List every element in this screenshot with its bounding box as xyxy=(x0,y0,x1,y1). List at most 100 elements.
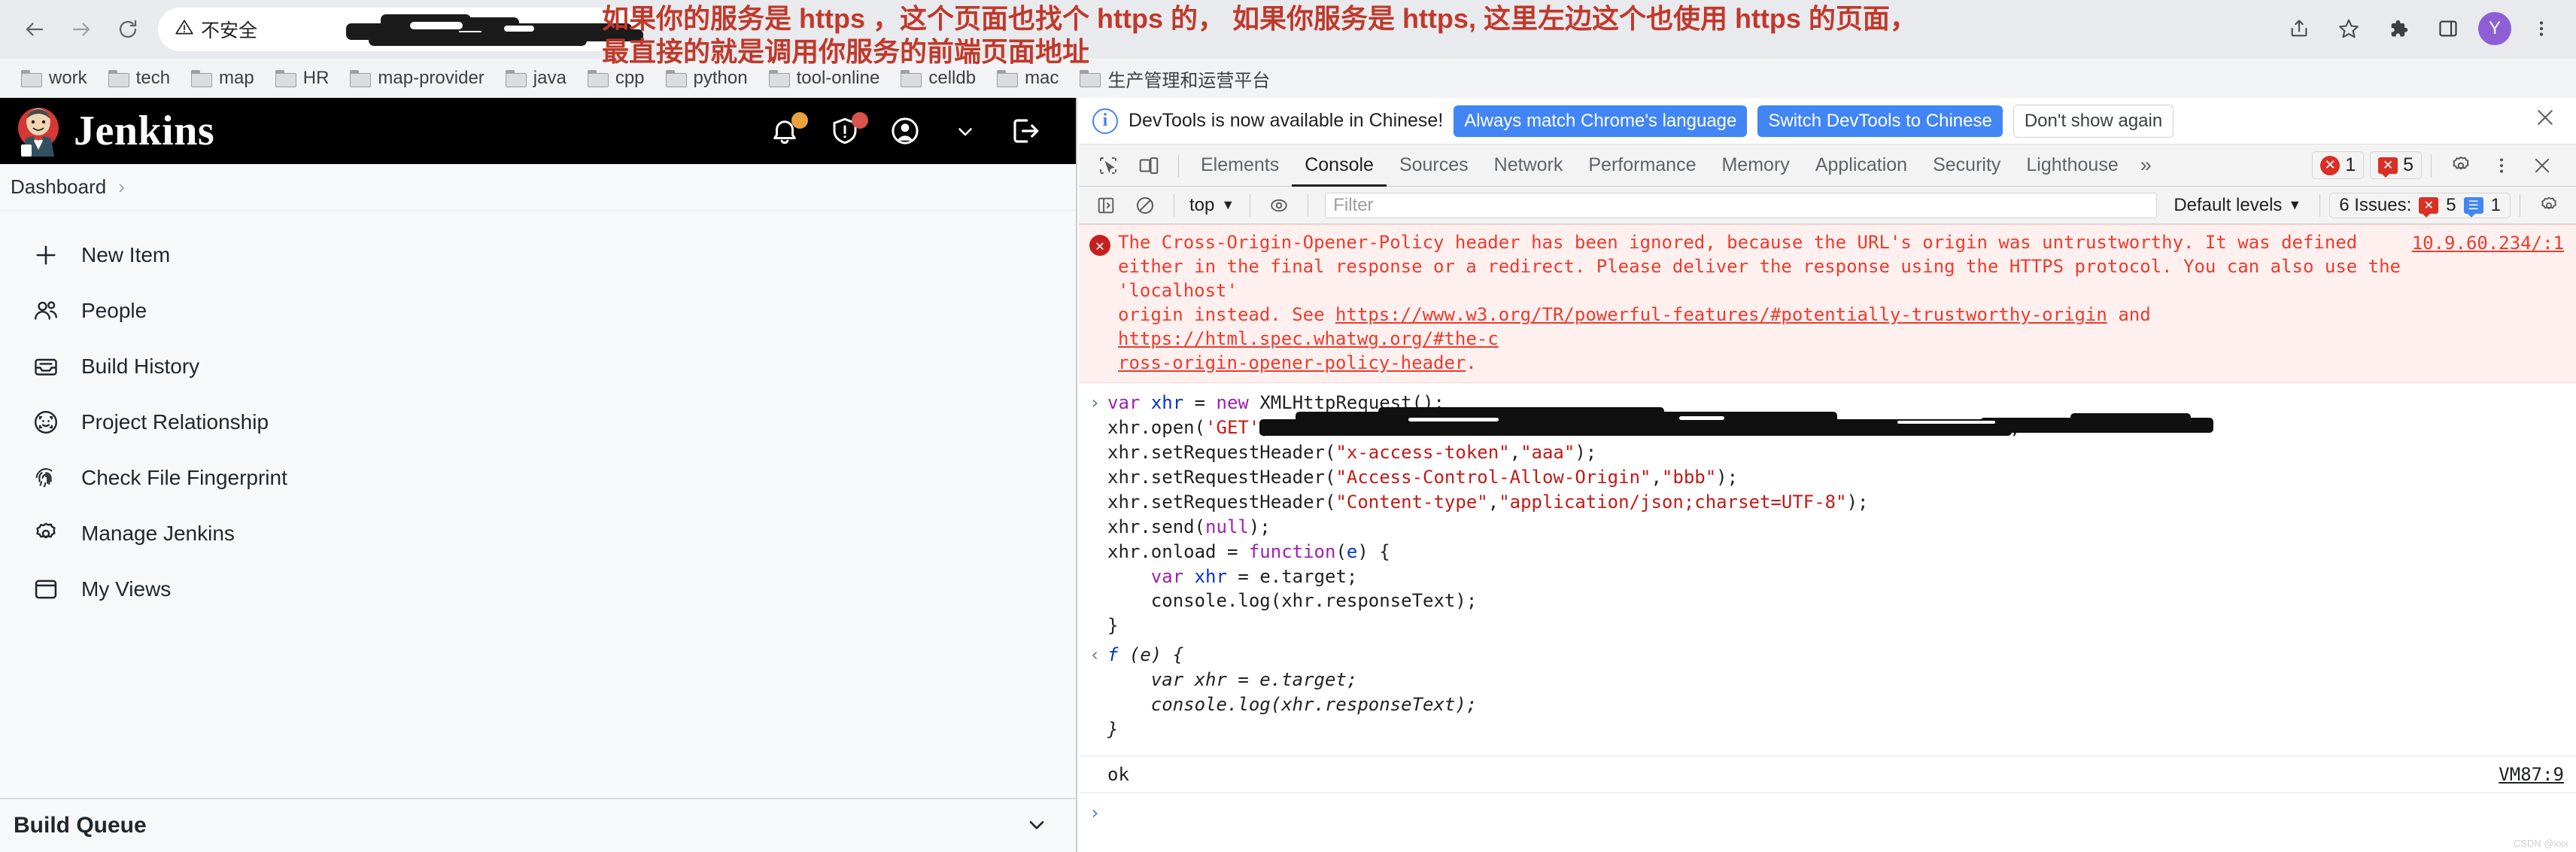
bookmark-item[interactable]: work xyxy=(12,65,96,92)
console-return-value[interactable]: f (e) { var xhr = e.target; console.log(… xyxy=(1107,643,1477,742)
bookmark-item[interactable]: 生产管理和运营平台 xyxy=(1071,62,1279,95)
reload-icon[interactable] xyxy=(107,8,149,50)
always-match-language-button[interactable]: Always match Chrome's language xyxy=(1454,105,1747,137)
issues-error-count: 5 xyxy=(2446,195,2456,216)
bookmark-item[interactable]: tech xyxy=(99,65,179,92)
share-icon[interactable] xyxy=(2280,9,2319,48)
gear-icon[interactable] xyxy=(2534,190,2564,221)
user-account-icon[interactable] xyxy=(888,114,922,148)
console-filter-placeholder: Filter xyxy=(1333,195,1373,216)
tab-lighthouse[interactable]: Lighthouse xyxy=(2013,145,2131,187)
execution-context-selector[interactable]: top ▼ xyxy=(1183,195,1241,216)
tab-security[interactable]: Security xyxy=(1920,145,2013,187)
bookmark-item[interactable]: tool-online xyxy=(760,65,889,92)
breadcrumb-item-dashboard[interactable]: Dashboard xyxy=(11,175,106,199)
bookmark-item[interactable]: HR xyxy=(266,65,339,92)
bookmark-label: tool-online xyxy=(797,68,880,89)
warning-square-icon: ✕ xyxy=(2378,157,2398,174)
sidebar-item-manage-jenkins[interactable]: Manage Jenkins xyxy=(0,506,1076,561)
tab-network[interactable]: Network xyxy=(1481,145,1576,187)
show-console-sidebar-icon[interactable] xyxy=(1091,190,1121,221)
address-bar[interactable]: 不安全 xyxy=(158,8,639,51)
sidebar-item-my-views[interactable]: My Views xyxy=(0,561,1076,617)
bookmark-item[interactable]: map xyxy=(182,65,263,92)
browser-toolbar-right: Y xyxy=(2280,9,2561,48)
console-error-link1[interactable]: https://www.w3.org/TR/powerful-features/… xyxy=(1335,304,2107,325)
gear-icon[interactable] xyxy=(2444,149,2477,182)
three-dot-menu-icon[interactable] xyxy=(2522,9,2561,48)
live-expression-eye-icon[interactable] xyxy=(1264,190,1294,221)
dont-show-again-button[interactable]: Don't show again xyxy=(2013,105,2174,138)
security-label: 不安全 xyxy=(201,16,257,43)
back-arrow-icon[interactable] xyxy=(14,8,56,50)
issues-info-count: 1 xyxy=(2491,195,2501,216)
error-count-badge[interactable]: ✕ 1 xyxy=(2312,151,2364,179)
sidebar-item-new-item[interactable]: New Item xyxy=(0,227,1076,283)
jenkins-header-icons xyxy=(767,98,1043,164)
bookmark-label: java xyxy=(533,68,567,89)
folder-icon xyxy=(666,70,687,87)
issues-summary-button[interactable]: 6 Issues: ✕ 5 ☰ 1 xyxy=(2329,193,2511,218)
inspect-element-icon[interactable] xyxy=(1092,149,1125,182)
console-error-line3-mid: and xyxy=(2107,304,2161,325)
tab-application[interactable]: Application xyxy=(1803,145,1920,187)
bookmark-label: 生产管理和运营平台 xyxy=(1107,65,1270,92)
sidebar-item-check-file-fingerprint[interactable]: Check File Fingerprint xyxy=(0,450,1076,506)
sidebar-item-build-history[interactable]: Build History xyxy=(0,339,1076,394)
console-input-prompt-row[interactable]: › xyxy=(1079,793,2576,823)
switch-devtools-language-button[interactable]: Switch DevTools to Chinese xyxy=(1757,105,2002,137)
console-error-line1: The Cross-Origin-Opener-Policy header ha… xyxy=(1118,232,2357,253)
bookmark-item[interactable]: mac xyxy=(988,65,1068,92)
tab-performance[interactable]: Performance xyxy=(1575,145,1709,187)
console-error-line3-pre: origin instead. See xyxy=(1118,304,1335,325)
chevron-down-icon: ▼ xyxy=(2288,197,2301,213)
bookmark-item[interactable]: map-provider xyxy=(341,65,493,92)
console-filter-input[interactable]: Filter xyxy=(1325,193,2157,218)
bookmark-item[interactable]: java xyxy=(497,65,576,92)
jenkins-logo-link[interactable]: Jenkins xyxy=(14,105,214,157)
build-queue-panel[interactable]: Build Queue xyxy=(0,798,1076,852)
forward-arrow-icon[interactable] xyxy=(60,8,102,50)
tab-memory[interactable]: Memory xyxy=(1709,145,1802,187)
close-icon[interactable] xyxy=(2526,149,2559,182)
close-icon[interactable] xyxy=(2534,106,2562,135)
security-indicator[interactable]: 不安全 xyxy=(175,16,257,43)
bookmark-item[interactable]: cpp xyxy=(579,65,654,92)
sidebar-item-people[interactable]: People xyxy=(0,283,1076,339)
clear-console-icon[interactable] xyxy=(1130,190,1160,221)
devtools-tabbar: Elements Console Sources Network Perform… xyxy=(1079,145,2576,187)
sidebar-item-label: People xyxy=(81,299,147,323)
console-error-link2[interactable]: https://html.spec.whatwg.org/#the-c xyxy=(1118,328,1499,349)
jenkins-butler-icon xyxy=(14,105,63,157)
tab-console[interactable]: Console xyxy=(1292,145,1387,187)
console-output-source-link[interactable]: VM87:9 xyxy=(2499,764,2564,785)
notification-bell-icon[interactable] xyxy=(767,114,802,148)
chevron-down-icon[interactable] xyxy=(1025,812,1049,840)
bookmark-item[interactable]: celldb xyxy=(892,65,985,92)
avatar[interactable]: Y xyxy=(2478,12,2511,45)
console-error-source-link[interactable]: 10.9.60.234/:1 xyxy=(2412,233,2564,254)
log-level-selector[interactable]: Default levels ▼ xyxy=(2164,195,2310,216)
device-toolbar-icon[interactable] xyxy=(1132,149,1165,182)
console-return-entry: ‹ f (e) { var xhr = e.target; console.lo… xyxy=(1079,638,2576,742)
sidepanel-icon[interactable] xyxy=(2429,9,2468,48)
warning-count-badge[interactable]: ✕ 5 xyxy=(2370,151,2422,179)
tab-elements[interactable]: Elements xyxy=(1188,145,1292,187)
security-shield-icon[interactable] xyxy=(828,114,862,148)
chevron-down-icon[interactable] xyxy=(948,114,983,148)
logout-icon[interactable] xyxy=(1008,114,1043,148)
double-chevron-right-icon[interactable]: » xyxy=(2131,154,2161,177)
tab-sources[interactable]: Sources xyxy=(1387,145,1481,187)
console-error-line4-suffix: . xyxy=(1466,352,1476,373)
warning-count-value: 5 xyxy=(2403,154,2413,176)
sidebar-item-project-relationship[interactable]: Project Relationship xyxy=(0,394,1076,450)
people-icon xyxy=(30,295,62,327)
input-prompt-arrow-icon: › xyxy=(1089,391,1107,638)
console-filter-bar: top ▼ Filter Default levels ▼ 6 Issues: … xyxy=(1079,187,2576,224)
bookmark-item[interactable]: python xyxy=(657,65,757,92)
three-dot-menu-icon[interactable] xyxy=(2485,149,2518,182)
bookmark-star-icon[interactable] xyxy=(2329,9,2368,48)
console-error-link2-cont[interactable]: ross-origin-opener-policy-header xyxy=(1118,352,1466,373)
chevron-right-icon[interactable]: › xyxy=(118,175,125,199)
extensions-puzzle-icon[interactable] xyxy=(2379,9,2418,48)
